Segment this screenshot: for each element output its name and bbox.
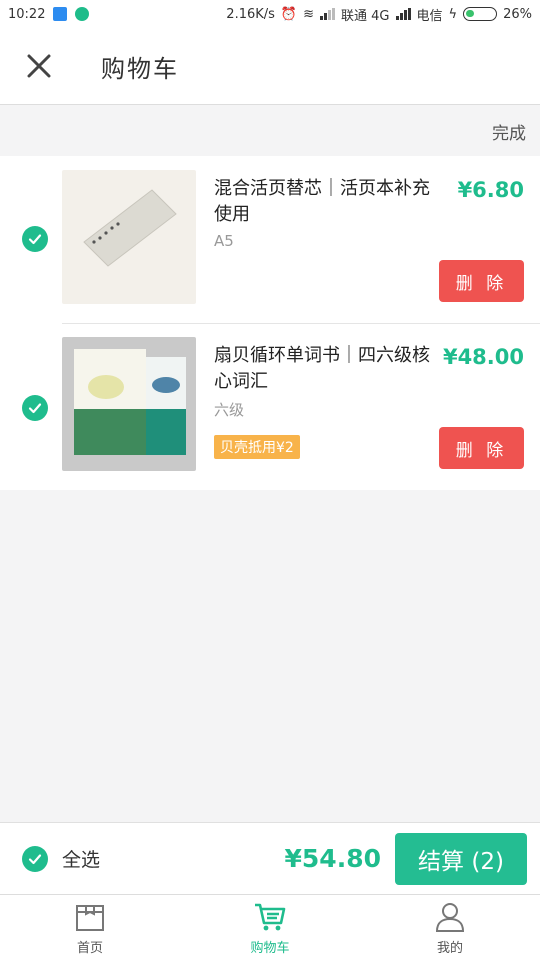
carrier-2: 电信: [416, 8, 443, 24]
tab-home[interactable]: 首页: [0, 895, 180, 960]
coupon-badge: 贝壳抵用¥2: [214, 435, 300, 459]
battery-percent: 26%: [503, 6, 532, 22]
checkout-button[interactable]: 结算 (2): [395, 832, 527, 885]
checkmark-icon: [28, 234, 42, 245]
wifi-icon: ≋: [303, 6, 315, 22]
product-name[interactable]: 混合活页替芯｜活页本补充使用: [214, 176, 434, 228]
status-time: 10:22: [8, 6, 46, 22]
total-price: ¥54.80: [284, 844, 381, 873]
signal-icon-2: [395, 8, 411, 20]
edit-row: 完成: [0, 106, 540, 156]
checkout-bar: 全选 ¥54.80 结算 (2): [0, 822, 540, 894]
shield-icon: [75, 7, 90, 21]
tab-label: 首页: [76, 940, 103, 956]
product-price: ¥48.00: [442, 345, 524, 369]
app-notification-icon: [53, 7, 68, 21]
bottom-tab-bar: 首页 购物车 我的: [0, 894, 540, 960]
close-icon: [27, 54, 50, 78]
alarm-icon: ⏰: [280, 6, 298, 22]
done-button[interactable]: 完成: [492, 119, 526, 144]
delete-button[interactable]: 删 除: [439, 260, 524, 302]
delete-button[interactable]: 删 除: [439, 427, 524, 469]
cart-list: 混合活页替芯｜活页本补充使用 A5 ¥6.80 删 除 扇贝循环单词书｜四六级核…: [0, 156, 540, 490]
cart-icon: [255, 903, 286, 930]
signal-icon-1: [320, 8, 336, 20]
checkmark-icon: [28, 403, 42, 414]
close-button[interactable]: [0, 28, 77, 105]
cart-item: 扇贝循环单词书｜四六级核心词汇 六级 贝壳抵用¥2 ¥48.00 删 除: [0, 323, 540, 490]
app-bar: 购物车: [0, 28, 540, 105]
page-title: 购物车: [101, 54, 179, 83]
item-checkbox[interactable]: [22, 395, 48, 421]
tab-label: 我的: [436, 940, 463, 956]
product-spec: A5: [214, 232, 234, 250]
tab-label: 购物车: [250, 940, 290, 956]
checkmark-icon: [28, 853, 42, 864]
product-spec: 六级: [214, 401, 245, 419]
product-name[interactable]: 扇贝循环单词书｜四六级核心词汇: [214, 343, 434, 395]
select-all-checkbox[interactable]: [22, 845, 48, 872]
network-speed: 2.16K/s: [226, 6, 275, 22]
select-all-label[interactable]: 全选: [62, 845, 100, 872]
home-box-icon: [76, 904, 104, 931]
product-image[interactable]: [62, 337, 196, 471]
carrier-1: 联通 4G: [341, 8, 390, 24]
product-image[interactable]: [62, 170, 196, 304]
cart-item: 混合活页替芯｜活页本补充使用 A5 ¥6.80 删 除: [0, 156, 540, 323]
item-checkbox[interactable]: [22, 226, 48, 252]
charging-icon: ϟ: [448, 6, 458, 22]
product-price: ¥6.80: [457, 178, 524, 202]
battery-icon: [463, 7, 498, 21]
tab-cart[interactable]: 购物车: [180, 895, 360, 960]
tab-mine[interactable]: 我的: [360, 895, 540, 960]
status-bar: 10:22 2.16K/s ⏰ ≋ 联通 4G 电信 ϟ 26%: [0, 0, 540, 28]
user-icon: [435, 902, 465, 932]
